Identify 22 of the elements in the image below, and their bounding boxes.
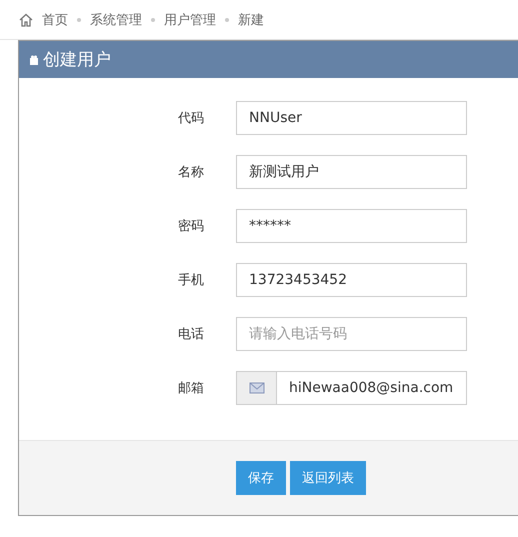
field-label: 手机	[178, 272, 205, 289]
breadcrumb-link[interactable]: 系统管理	[90, 10, 142, 28]
input-field[interactable]: 新测试用户	[236, 155, 467, 189]
input-field[interactable]: NNUser	[236, 101, 467, 135]
input-field[interactable]: 13723453452	[236, 263, 467, 297]
panel-title: 创建用户	[43, 49, 111, 71]
breadcrumb-link[interactable]: 用户管理	[164, 10, 216, 28]
gift-icon	[29, 54, 39, 64]
back-button[interactable]: 返回列表	[290, 461, 366, 495]
field-label: 代码	[178, 110, 205, 127]
field-label: 密码	[178, 218, 205, 235]
home-icon	[19, 12, 33, 26]
envelope-icon	[248, 382, 264, 394]
breadcrumb-link[interactable]: 首页	[42, 10, 68, 28]
password-field[interactable]: ******	[236, 209, 467, 243]
field-label: 电话	[178, 326, 205, 343]
breadcrumb-link[interactable]: 新建	[238, 10, 264, 28]
save-button[interactable]: 保存	[236, 461, 286, 495]
email-field[interactable]: hiNewaa008@sina.com	[276, 371, 467, 405]
field-label: 邮箱	[178, 380, 205, 397]
field-label: 名称	[178, 164, 205, 181]
input-field[interactable]: 请输入电话号码	[236, 317, 467, 351]
